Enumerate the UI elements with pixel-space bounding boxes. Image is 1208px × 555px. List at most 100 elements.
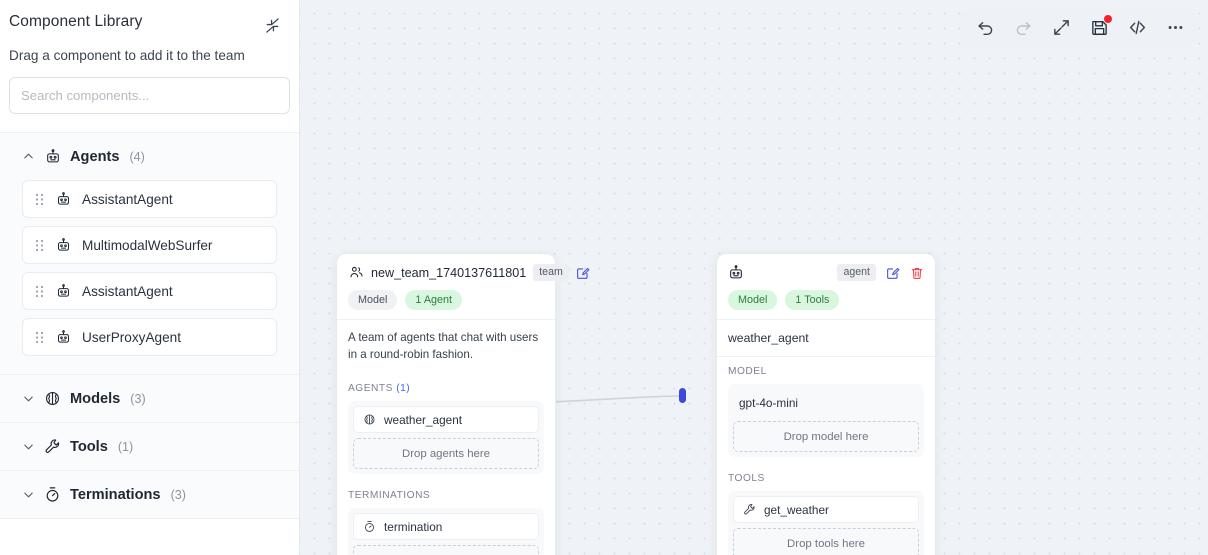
section-label: Terminations [70, 486, 161, 503]
component-sections: Agents (4) AssistantAgent MultimodalWebS… [0, 132, 299, 519]
section-agents: Agents (4) AssistantAgent MultimodalWebS… [0, 132, 299, 374]
agents-caption-label: AGENTS [348, 383, 393, 395]
tool-chip-label: get_weather [764, 502, 829, 517]
section-count: (3) [130, 391, 146, 406]
terminations-caption-label: TERMINATIONS [348, 490, 431, 502]
agent-model-section: MODEL gpt-4o-mini Drop model here [717, 357, 935, 458]
section-label: Models [70, 390, 121, 407]
sidebar-title: Component Library [9, 13, 143, 30]
termination-chip[interactable]: termination [353, 513, 539, 541]
robot-icon [44, 148, 61, 165]
model-drop-hint[interactable]: Drop model here [733, 421, 919, 453]
robot-icon [55, 191, 71, 207]
tools-drop-hint[interactable]: Drop tools here [733, 528, 919, 555]
chevron-down-icon [22, 488, 35, 501]
team-node-tag: team [533, 264, 569, 282]
terminations-dropzone-box[interactable]: termination Drop termination here [348, 508, 544, 555]
wrench-icon [743, 503, 756, 516]
agent-chip-label: weather_agent [384, 412, 463, 427]
section-caption: AGENTS (1) [348, 383, 544, 394]
robot-icon [55, 237, 71, 253]
agent-input-port[interactable] [679, 388, 686, 403]
agents-dropzone-box[interactable]: weather_agent Drop agents here [348, 401, 544, 475]
list-item[interactable]: UserProxyAgent [22, 318, 277, 356]
list-item-label: UserProxyAgent [82, 329, 181, 345]
team-node-title: new_team_1740137611801 [371, 265, 527, 280]
model-chip[interactable]: gpt-4o-mini [733, 389, 919, 416]
chevron-down-icon [22, 392, 35, 405]
terminations-drop-hint[interactable]: Drop termination here [353, 545, 539, 555]
agent-node[interactable]: agent Model 1 Tools weather_agent MODEL … [716, 253, 936, 555]
status-badge: Model [728, 290, 778, 311]
tools-caption-label: TOOLS [728, 473, 765, 485]
section-header-models[interactable]: Models (3) [0, 375, 299, 422]
agent-node-header: agent Model 1 Tools [717, 254, 935, 319]
agent-chip[interactable]: weather_agent [353, 406, 539, 434]
drag-handle-icon[interactable] [35, 239, 44, 252]
expand-icon[interactable] [1048, 14, 1074, 40]
collapse-panel-icon[interactable] [261, 14, 283, 36]
section-tools: Tools (1) [0, 422, 299, 470]
list-item-label: MultimodalWebSurfer [82, 237, 213, 253]
drag-handle-icon[interactable] [35, 331, 44, 344]
brain-icon [44, 390, 61, 407]
agent-node-tag: agent [837, 264, 876, 282]
more-icon[interactable] [1162, 14, 1188, 40]
brain-icon [363, 413, 376, 426]
timer-icon [44, 486, 61, 503]
canvas-toolbar [962, 8, 1198, 46]
section-count: (3) [170, 487, 186, 502]
section-header-terminations[interactable]: Terminations (3) [0, 471, 299, 518]
save-button[interactable] [1086, 14, 1112, 40]
drag-handle-icon[interactable] [35, 193, 44, 206]
team-agents-section: AGENTS (1) weather_agent Drop agents her… [337, 374, 555, 475]
list-item[interactable]: AssistantAgent [22, 180, 277, 218]
robot-icon [728, 264, 744, 281]
team-node-badges: Model 1 Agent [348, 290, 544, 311]
edit-icon[interactable] [576, 265, 591, 280]
search-wrapper [0, 63, 299, 114]
team-people-icon [348, 265, 364, 281]
agent-node-name: weather_agent [717, 319, 935, 358]
status-badge: 1 Tools [785, 290, 840, 311]
termination-chip-label: termination [384, 519, 443, 534]
wrench-icon [44, 438, 61, 455]
model-caption-label: MODEL [728, 366, 767, 378]
edit-icon[interactable] [885, 265, 900, 280]
section-header-agents[interactable]: Agents (4) [0, 133, 299, 180]
list-item-label: AssistantAgent [82, 283, 173, 299]
agents-caption-count: (1) [396, 383, 411, 395]
redo-icon[interactable] [1010, 14, 1036, 40]
chevron-down-icon [22, 440, 35, 453]
undo-icon[interactable] [972, 14, 998, 40]
app-root: Component Library Drag a component to ad… [0, 0, 1208, 555]
team-node-header: new_team_1740137611801 team Model 1 Agen [337, 254, 590, 319]
timer-icon [363, 520, 376, 533]
trash-icon[interactable] [909, 265, 924, 280]
unsaved-changes-badge [1104, 15, 1112, 23]
robot-icon [55, 283, 71, 299]
section-header-tools[interactable]: Tools (1) [0, 423, 299, 470]
flow-canvas[interactable]: new_team_1740137611801 team Model 1 Agen [300, 0, 1208, 555]
search-input[interactable] [9, 77, 290, 114]
section-label: Tools [70, 438, 108, 455]
drag-handle-icon[interactable] [35, 285, 44, 298]
list-item[interactable]: MultimodalWebSurfer [22, 226, 277, 264]
section-count: (4) [129, 149, 145, 164]
list-item-label: AssistantAgent [82, 191, 173, 207]
team-node[interactable]: new_team_1740137611801 team Model 1 Agen [336, 253, 590, 555]
team-node-description: A team of agents that chat with users in… [337, 319, 555, 374]
tool-chip[interactable]: get_weather [733, 496, 919, 524]
section-count: (1) [117, 439, 134, 454]
model-chip-label: gpt-4o-mini [739, 395, 799, 410]
tools-dropzone-box[interactable]: get_weather Drop tools here [728, 491, 924, 555]
list-item[interactable]: AssistantAgent [22, 272, 277, 310]
agents-drop-hint[interactable]: Drop agents here [353, 438, 539, 470]
model-dropzone-box[interactable]: gpt-4o-mini Drop model here [728, 384, 924, 458]
robot-icon [55, 329, 71, 345]
code-icon[interactable] [1124, 14, 1150, 40]
status-badge: Model [348, 290, 398, 311]
agent-tools-section: TOOLS get_weather Drop tools here [717, 457, 935, 555]
section-terminations: Terminations (3) [0, 470, 299, 519]
component-library-sidebar: Component Library Drag a component to ad… [0, 0, 300, 555]
